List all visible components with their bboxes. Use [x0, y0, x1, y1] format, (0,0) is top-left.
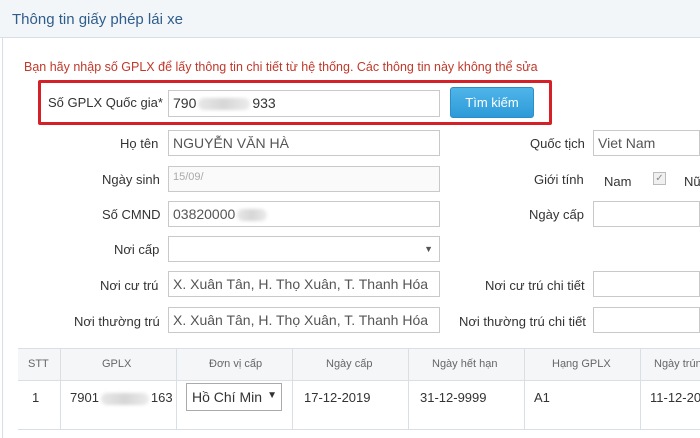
gender-female-label: Nữ	[684, 174, 700, 189]
birth-date-value: 15/09/	[173, 171, 204, 183]
id-number-field[interactable]: 03820000	[168, 201, 440, 227]
residence-label: Nơi cư trú	[100, 278, 159, 293]
permanent-address-field[interactable]: X. Xuân Tân, H. Thọ Xuân, T. Thanh Hóa	[168, 307, 440, 333]
gender-male-checkbox[interactable]: ✓	[653, 172, 666, 185]
nationality-label: Quốc tịch	[530, 136, 585, 151]
issuer-select[interactable]: Hồ Chí Min ▼	[186, 383, 282, 411]
redacted-blur	[198, 98, 251, 111]
column-divider	[524, 349, 525, 429]
issuer-select-value: Hồ Chí Min	[192, 389, 263, 405]
cell-expiry-date: 31-12-9999	[420, 390, 487, 405]
cell-stt: 1	[32, 390, 40, 405]
license-number-suffix: 933	[252, 95, 276, 111]
column-header-issue-date: Ngày cấp	[326, 358, 373, 370]
issue-place-select[interactable]: ▼	[168, 236, 440, 262]
redacted-blur	[237, 209, 268, 222]
id-number-label: Số CMND	[102, 207, 161, 222]
search-button[interactable]: Tìm kiếm	[450, 87, 534, 118]
cell-gplx-prefix: 7901	[70, 390, 99, 405]
license-table: STT GPLX Đơn vị cấp Ngày cấp Ngày hết hạ…	[18, 348, 700, 438]
issue-date-label: Ngày cấp	[529, 207, 584, 222]
license-number-prefix: 790	[173, 95, 197, 111]
residence-detail-field[interactable]	[593, 271, 700, 297]
permanent-address-detail-label: Nơi thường trú chi tiết	[459, 314, 586, 329]
cell-issue-date: 17-12-2019	[304, 390, 371, 405]
chevron-down-icon: ▼	[267, 390, 277, 401]
table-header-row: STT GPLX Đơn vị cấp Ngày cấp Ngày hết hạ…	[18, 349, 700, 381]
column-divider	[640, 349, 641, 429]
column-divider	[292, 349, 293, 429]
panel-title: Thông tin giấy phép lái xe	[12, 11, 183, 28]
birth-date-label: Ngày sinh	[102, 172, 160, 187]
permanent-address-label: Nơi thường trú	[74, 314, 160, 329]
notice-text: Bạn hãy nhập số GPLX để lấy thông tin ch…	[24, 60, 538, 74]
cell-pass-date: 11-12-20	[650, 390, 700, 405]
column-header-pass-date: Ngày trúng	[654, 358, 700, 370]
cell-gplx-suffix: 163	[150, 390, 173, 405]
chevron-down-icon: ▼	[424, 244, 433, 254]
permanent-address-detail-field[interactable]	[593, 307, 700, 333]
gender-label: Giới tính	[534, 172, 584, 187]
nationality-field[interactable]: Viet Nam	[593, 130, 700, 156]
row-divider	[18, 429, 700, 430]
full-name-label: Họ tên	[120, 136, 159, 151]
id-number-value: 03820000	[173, 206, 236, 222]
license-number-label: Số GPLX Quốc gia*	[48, 95, 163, 110]
issue-place-label: Nơi cấp	[114, 242, 160, 257]
column-divider	[176, 349, 177, 429]
column-header-gplx: GPLX	[102, 358, 132, 370]
column-header-class: Hạng GPLX	[552, 358, 611, 370]
birth-date-field[interactable]: 15/09/	[168, 166, 440, 192]
license-number-input[interactable]: 790 933	[168, 90, 440, 117]
residence-field[interactable]: X. Xuân Tân, H. Thọ Xuân, T. Thanh Hóa	[168, 271, 440, 297]
column-header-stt: STT	[28, 358, 49, 370]
column-divider	[408, 349, 409, 429]
cell-class: A1	[534, 390, 550, 405]
issue-date-field[interactable]	[593, 201, 700, 227]
residence-detail-label: Nơi cư trú chi tiết	[485, 278, 585, 293]
cell-gplx: 7901 163	[70, 390, 173, 405]
panel-header: Thông tin giấy phép lái xe	[0, 0, 700, 38]
column-header-expiry-date: Ngày hết hạn	[432, 358, 498, 370]
column-header-issuer: Đơn vị cấp	[209, 358, 263, 370]
gender-male-label: Nam	[604, 174, 632, 189]
column-divider	[60, 349, 61, 429]
full-name-field[interactable]: NGUYỄN VĂN HÀ	[168, 130, 440, 156]
redacted-blur	[100, 392, 149, 405]
